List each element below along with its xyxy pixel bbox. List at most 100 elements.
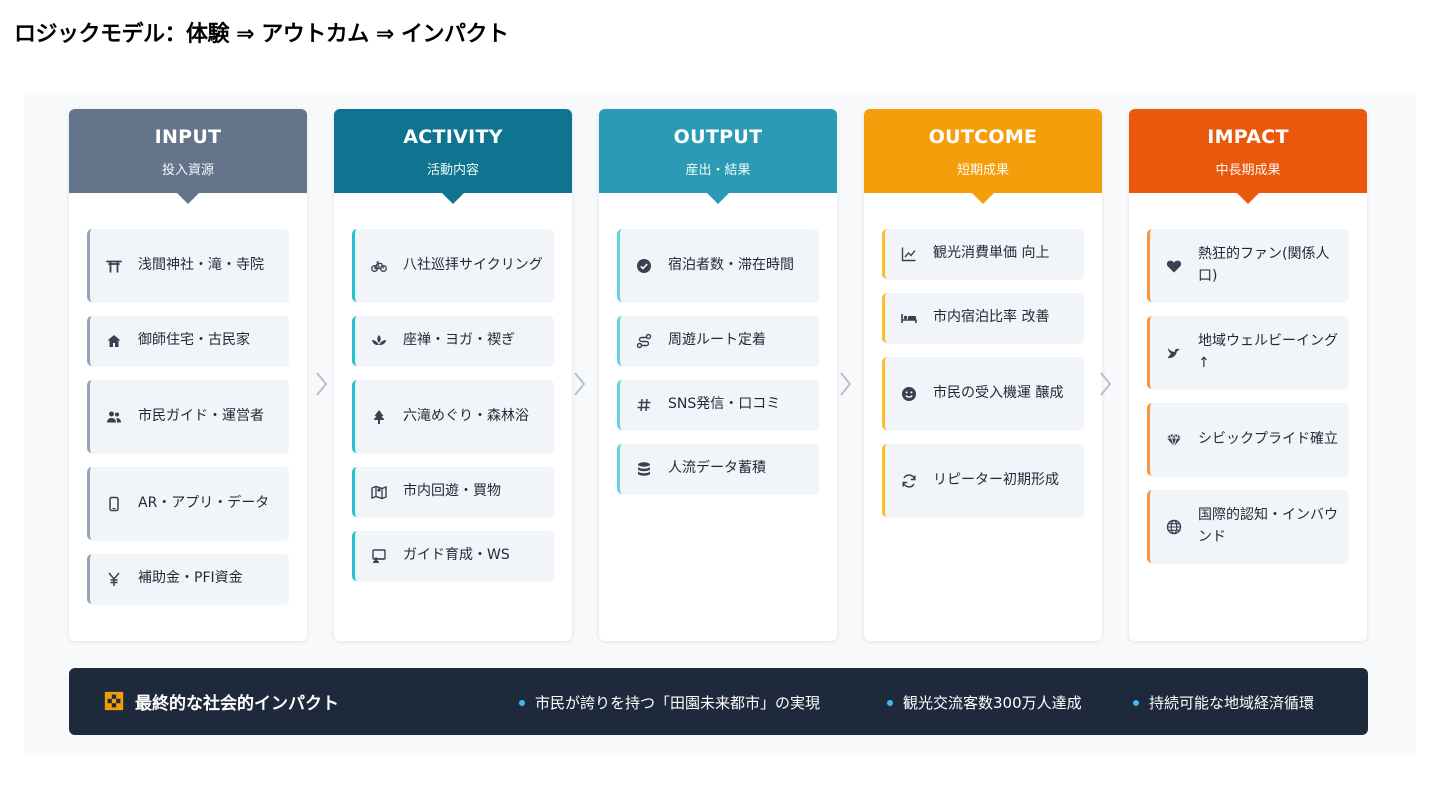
list-item: 六滝めぐり・森林浴 — [352, 380, 554, 453]
database-icon — [634, 459, 654, 479]
list-item: 市民ガイド・運営者 — [87, 380, 289, 453]
list-item: 八社巡拝サイクリング — [352, 229, 554, 302]
item-list: 観光消費単価 向上市内宿泊比率 改善 市民の受入機運 醸成 リピーター初期形成 — [882, 229, 1084, 531]
chevron-right-icon — [315, 371, 329, 397]
map-icon — [369, 482, 389, 502]
item-label: 市民の受入機運 醸成 — [933, 384, 1064, 401]
column-title: IMPACT — [1207, 126, 1289, 148]
list-item: SNS発信・口コミ — [617, 380, 819, 430]
list-item: 市民の受入機運 醸成 — [882, 357, 1084, 430]
users-icon — [104, 407, 124, 427]
item-list: 浅間神社・滝・寺院 御師住宅・古民家 市民ガイド・運営者 AR・アプリ・データ補助金・… — [87, 229, 289, 618]
bullet-dot — [1133, 699, 1139, 706]
column-subtitle: 中長期成果 — [1215, 163, 1281, 178]
list-item: シビックプライド確立 — [1147, 403, 1349, 476]
heart-icon — [1164, 256, 1184, 276]
logic-model-diagram: INPUT 投入資源浅間神社・滝・寺院 御師住宅・古民家 市民ガイド・運営者 AR・アプ… — [24, 95, 1416, 753]
column-outcome: OUTCOME 短期成果観光消費単価 向上市内宿泊比率 改善 市民の受入機運 醸成リ… — [864, 109, 1102, 641]
item-label: 六滝めぐり・森林浴 — [403, 407, 529, 424]
item-label: 御師住宅・古民家 — [138, 332, 250, 349]
bicycle-icon — [369, 256, 389, 276]
presentation-icon — [369, 546, 389, 566]
list-item: 市内回遊・買物 — [352, 467, 554, 517]
chevron-right-icon — [573, 371, 587, 397]
list-item: 国際的認知・インバウンド — [1147, 490, 1349, 563]
list-item: 観光消費単価 向上 — [882, 229, 1084, 279]
column-header: OUTCOME 短期成果 — [864, 109, 1102, 204]
column-header: INPUT 投入資源 — [69, 109, 307, 204]
list-item: 市内宿泊比率 改善 — [882, 293, 1084, 343]
item-label: 周遊ルート定着 — [668, 332, 766, 349]
list-item: AR・アプリ・データ — [87, 467, 289, 540]
item-label: 国際的認知・インバウンド — [1198, 506, 1338, 545]
refresh-icon — [899, 471, 919, 491]
hashtag-icon — [634, 395, 654, 415]
final-impact-point-text: 観光交流客数300万人達成 — [903, 694, 1082, 712]
item-label: SNS発信・口コミ — [668, 396, 781, 413]
column-header: ACTIVITY 活動内容 — [334, 109, 572, 204]
globe-icon — [1164, 517, 1184, 537]
column-input: INPUT 投入資源浅間神社・滝・寺院 御師住宅・古民家 市民ガイド・運営者 AR・アプ… — [69, 109, 307, 641]
flag-icon — [104, 691, 124, 711]
item-label: 市内回遊・買物 — [403, 483, 501, 500]
item-label: ガイド育成・WS — [403, 547, 510, 564]
item-label: 熱狂的ファン(関係人口) — [1198, 245, 1330, 284]
item-label: リピーター初期形成 — [933, 471, 1059, 488]
list-item: 座禅・ヨガ・禊ぎ — [352, 316, 554, 366]
phone-icon — [104, 494, 124, 514]
bed-icon — [899, 308, 919, 328]
list-item: 人流データ蓄積 — [617, 444, 819, 494]
list-item: 宿泊者数・滞在時間 — [617, 229, 819, 302]
final-impact-title: 最終的な社会的インパクト — [135, 694, 339, 714]
final-impact-point-text: 持続可能な地域経済循環 — [1149, 694, 1315, 712]
page-title: ロジックモデル：体験 ⇒ アウトカム ⇒ インパクト — [14, 22, 509, 47]
item-label: 人流データ蓄積 — [668, 460, 766, 477]
item-label: 市内宿泊比率 改善 — [933, 309, 1050, 326]
column-title: ACTIVITY — [403, 126, 503, 148]
gem-icon — [1164, 430, 1184, 450]
column-header: OUTPUT 産出・結果 — [599, 109, 837, 204]
item-label: 市民ガイド・運営者 — [138, 407, 264, 424]
smile-icon — [899, 384, 919, 404]
route-icon — [634, 331, 654, 351]
item-label: 補助金・PFI資金 — [138, 570, 243, 587]
column-title: OUTCOME — [928, 126, 1038, 148]
item-label: 八社巡拝サイクリング — [403, 256, 543, 273]
column-activity: ACTIVITY 活動内容八社巡拝サイクリング 座禅・ヨガ・禊ぎ 六滝めぐり・森林浴市… — [334, 109, 572, 641]
bullet-dot — [519, 699, 525, 706]
column-impact: IMPACT 中長期成果熱狂的ファン(関係人口) 地域ウェルビーイング↑ シビックプラ… — [1129, 109, 1367, 641]
torii-icon — [104, 256, 124, 276]
column-subtitle: 活動内容 — [426, 163, 479, 178]
item-label: 浅間神社・滝・寺院 — [138, 256, 264, 273]
bullet-dot — [887, 699, 893, 706]
item-label: シビックプライド確立 — [1198, 430, 1338, 447]
dove-icon — [1164, 343, 1184, 363]
lotus-icon — [369, 331, 389, 351]
column-title: INPUT — [154, 126, 222, 148]
final-impact-point-text: 市民が誇りを持つ「田園未来都市」の実現 — [535, 694, 821, 712]
column-output: OUTPUT 産出・結果宿泊者数・滞在時間 周遊ルート定着 SNS発信・口コミ 人流デー… — [599, 109, 837, 641]
final-impact-point: 市民が誇りを持つ「田園未来都市」の実現 — [519, 692, 820, 713]
column-subtitle: 短期成果 — [956, 163, 1009, 178]
column-header: IMPACT 中長期成果 — [1129, 109, 1367, 204]
column-subtitle: 産出・結果 — [685, 163, 751, 178]
list-item: 周遊ルート定着 — [617, 316, 819, 366]
check-circle-icon — [634, 256, 654, 276]
column-subtitle: 投入資源 — [161, 163, 214, 178]
chevron-right-icon — [839, 371, 853, 397]
chart-line-icon — [899, 244, 919, 264]
list-item: 地域ウェルビーイング↑ — [1147, 316, 1349, 389]
list-item: ガイド育成・WS — [352, 531, 554, 581]
list-item: 補助金・PFI資金 — [87, 554, 289, 604]
columns-container: INPUT 投入資源浅間神社・滝・寺院 御師住宅・古民家 市民ガイド・運営者 AR・アプ… — [69, 109, 1368, 641]
item-label: 宿泊者数・滞在時間 — [668, 256, 794, 273]
tree-icon — [369, 407, 389, 427]
yen-icon — [104, 569, 124, 589]
home-icon — [104, 331, 124, 351]
final-impact-point: 持続可能な地域経済循環 — [1133, 692, 1314, 713]
item-list: 八社巡拝サイクリング 座禅・ヨガ・禊ぎ 六滝めぐり・森林浴 市内回遊・買物 ガイド育成・… — [352, 229, 554, 595]
final-impact-bar: 最終的な社会的インパクト 市民が誇りを持つ「田園未来都市」の実現 観光交流客数3… — [69, 668, 1368, 735]
item-list: 宿泊者数・滞在時間 周遊ルート定着 SNS発信・口コミ 人流データ蓄積 — [617, 229, 819, 508]
list-item: リピーター初期形成 — [882, 444, 1084, 517]
item-label: 座禅・ヨガ・禊ぎ — [403, 332, 515, 349]
